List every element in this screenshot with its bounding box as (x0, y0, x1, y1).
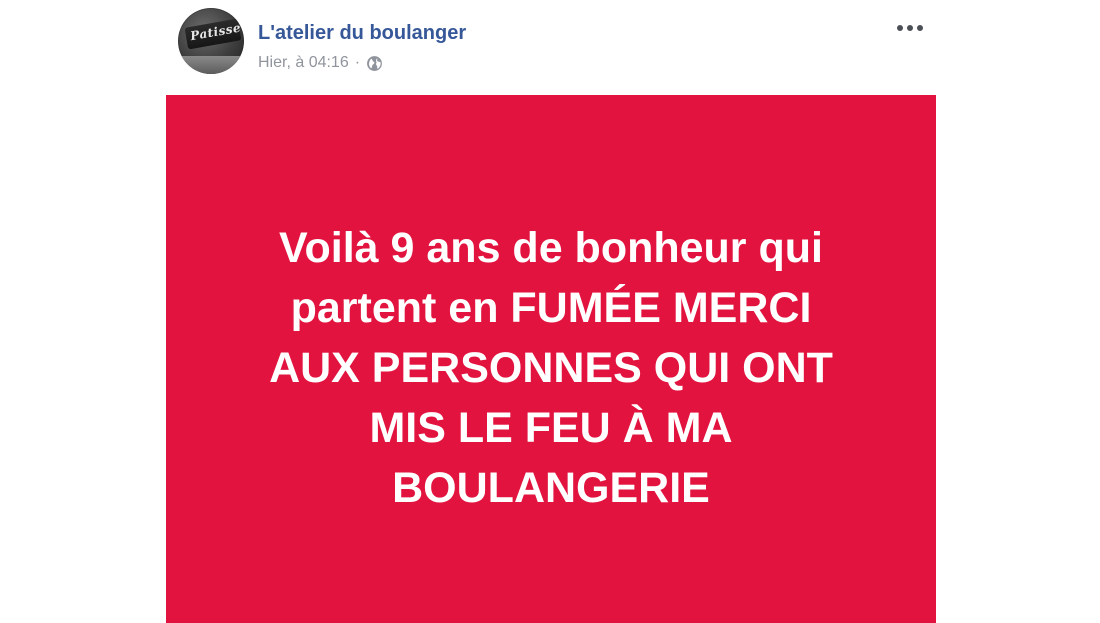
post-image[interactable]: Voilà 9 ans de bonheur qui partent en FU… (166, 95, 936, 623)
facebook-post: Patisse L'atelier du boulanger Hier, à 0… (0, 0, 1100, 623)
avatar[interactable]: Patisse (178, 8, 244, 74)
avatar-base (178, 56, 244, 74)
more-options-icon[interactable] (888, 14, 932, 42)
post-image-text: Voilà 9 ans de bonheur qui partent en FU… (166, 218, 936, 518)
globe-icon[interactable] (366, 55, 383, 72)
page-name-link[interactable]: L'atelier du boulanger (258, 22, 466, 45)
post-meta: Hier, à 04:16 · (258, 54, 383, 72)
post-text-line: BOULANGERIE (392, 464, 710, 512)
post-text-line: partent en FUMÉE MERCI (290, 284, 812, 332)
dot-icon (897, 25, 903, 31)
dot-icon (907, 25, 913, 31)
post-header: Patisse L'atelier du boulanger Hier, à 0… (178, 8, 938, 78)
post-text-line: MIS LE FEU À MA (369, 404, 733, 452)
meta-separator: · (354, 54, 361, 71)
dot-icon (917, 25, 923, 31)
post-text-line: Voilà 9 ans de bonheur qui (279, 224, 823, 272)
post-text-line: AUX PERSONNES QUI ONT (269, 344, 833, 392)
post-timestamp[interactable]: Hier, à 04:16 (258, 54, 349, 72)
